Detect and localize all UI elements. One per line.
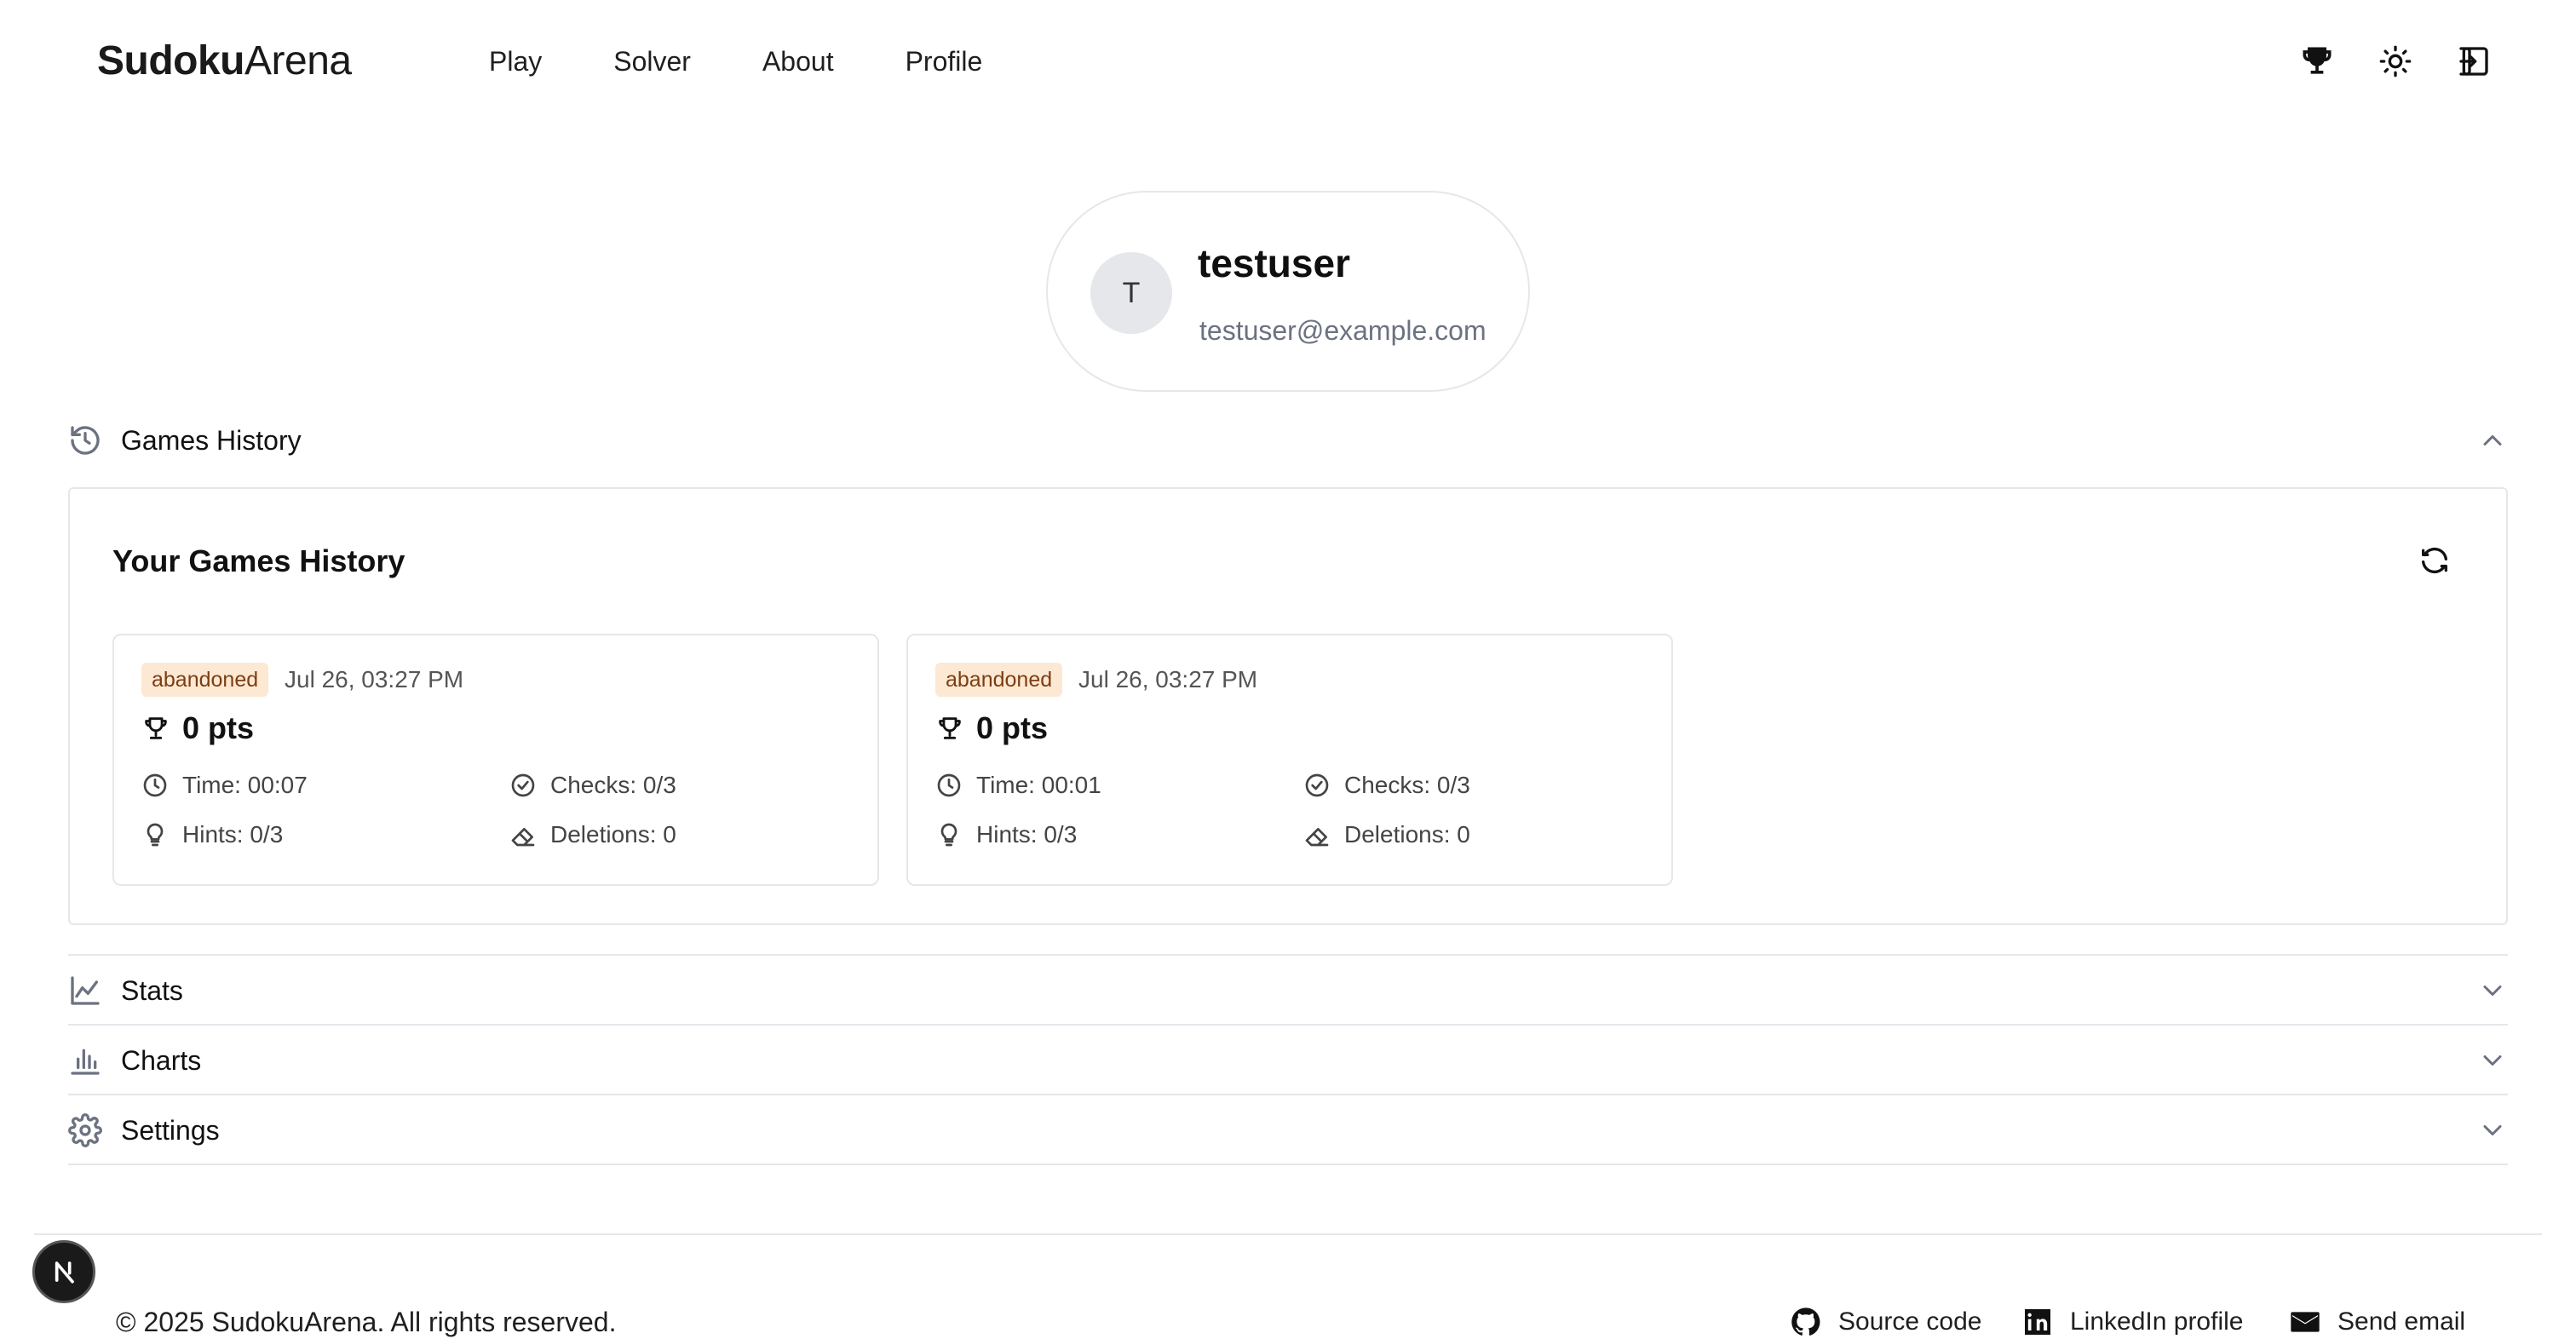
stat-time: Time: 00:01 <box>935 772 1101 799</box>
stat-time-label: Time: 00:01 <box>976 772 1101 798</box>
gear-icon <box>68 1113 102 1147</box>
refresh-icon <box>2422 547 2447 574</box>
points-row: 0 pts <box>935 710 1048 746</box>
stat-deletions: Deletions: 0 <box>509 821 676 848</box>
copyright-text: © 2025 SudokuArena. All rights reserved. <box>116 1307 617 1337</box>
stat-checks: Checks: 0/3 <box>1303 772 1470 799</box>
stat-checks: Checks: 0/3 <box>509 772 676 799</box>
profile-email: testuser@example.com <box>1199 315 1486 346</box>
chevron-down-icon <box>2477 975 2508 1006</box>
accordion-stats[interactable]: Stats <box>68 956 2508 1026</box>
game-card[interactable]: abandoned Jul 26, 03:27 PM 0 pts Time: 0… <box>112 634 879 886</box>
stat-deletions-label: Deletions: 0 <box>550 821 676 848</box>
source-code-label: Source code <box>1838 1307 1982 1336</box>
main-nav: Play Solver About Profile <box>489 44 1054 78</box>
trophy-icon[interactable] <box>2297 41 2337 82</box>
points-value: 0 pts <box>976 710 1049 745</box>
linkedin-link[interactable]: LinkedIn profile <box>2021 1305 2243 1339</box>
nav-link-solver[interactable]: Solver <box>613 44 691 78</box>
stat-hints-label: Hints: 0/3 <box>182 821 284 848</box>
divider <box>68 1164 2508 1165</box>
bar-chart-icon <box>68 1043 102 1078</box>
lightbulb-icon <box>940 823 957 847</box>
chevron-down-icon <box>2477 1115 2508 1146</box>
send-email-label: Send email <box>2337 1307 2466 1336</box>
check-circle-icon <box>1305 773 1329 797</box>
send-email-link[interactable]: Send email <box>2288 1305 2465 1339</box>
footer-divider <box>34 1233 2542 1235</box>
accordion-label: Settings <box>121 1114 220 1146</box>
nextjs-icon <box>55 1261 74 1284</box>
accordion-settings[interactable]: Settings <box>68 1095 2508 1165</box>
points-value: 0 pts <box>182 710 255 745</box>
line-chart-icon <box>68 974 102 1008</box>
stat-hints: Hints: 0/3 <box>141 821 283 848</box>
nav-link-profile[interactable]: Profile <box>906 44 983 78</box>
logout-icon[interactable] <box>2453 41 2494 82</box>
stat-hints-label: Hints: 0/3 <box>976 821 1078 848</box>
clock-icon <box>937 773 961 797</box>
linkedin-label: LinkedIn profile <box>2070 1307 2244 1336</box>
stat-time-label: Time: 00:07 <box>182 772 308 798</box>
linkedin-icon <box>2025 1309 2050 1335</box>
refresh-button[interactable] <box>2418 543 2452 578</box>
lightbulb-icon <box>147 823 164 847</box>
sun-icon[interactable] <box>2375 41 2416 82</box>
accordion-label: Games History <box>121 424 302 456</box>
source-code-link[interactable]: Source code <box>1789 1305 1981 1339</box>
trophy-outline-icon <box>939 717 961 739</box>
eraser-icon <box>1305 828 1329 847</box>
games-history-panel: Your Games History abandoned Jul 26, 03:… <box>68 487 2508 925</box>
check-circle-icon <box>511 773 535 797</box>
status-badge: abandoned <box>141 663 269 697</box>
navbar: Sudoku Arena Play Solver About Profile <box>0 0 2576 124</box>
mail-icon <box>2291 1312 2320 1332</box>
clock-icon <box>143 773 167 797</box>
accordion-label: Charts <box>121 1044 202 1076</box>
accordion-games-history[interactable]: Games History <box>68 405 2508 475</box>
stat-checks-label: Checks: 0/3 <box>1344 772 1470 798</box>
accordion-charts[interactable]: Charts <box>68 1026 2508 1095</box>
avatar: T <box>1090 252 1172 334</box>
github-icon <box>1791 1307 1820 1336</box>
stat-deletions: Deletions: 0 <box>1303 821 1470 848</box>
chevron-down-icon <box>2477 1045 2508 1076</box>
nav-link-about[interactable]: About <box>762 44 834 78</box>
dev-tools-badge[interactable] <box>32 1240 95 1303</box>
stat-time: Time: 00:07 <box>141 772 308 799</box>
nav-link-play[interactable]: Play <box>489 44 542 78</box>
history-title: Your Games History <box>112 543 405 578</box>
history-icon <box>68 423 102 457</box>
status-badge: abandoned <box>935 663 1063 697</box>
brand-logo[interactable]: Sudoku Arena <box>97 37 352 84</box>
eraser-icon <box>511 828 535 847</box>
trophy-outline-icon <box>145 717 167 739</box>
game-date: Jul 26, 03:27 PM <box>1078 666 1258 692</box>
chevron-up-icon <box>2477 425 2508 456</box>
stat-deletions-label: Deletions: 0 <box>1344 821 1470 848</box>
points-row: 0 pts <box>141 710 254 746</box>
accordion-label: Stats <box>121 974 183 1006</box>
brand-name-strong: Sudoku <box>97 38 245 83</box>
profile-username: testuser <box>1198 241 1350 285</box>
stat-hints: Hints: 0/3 <box>935 821 1077 848</box>
game-date: Jul 26, 03:27 PM <box>285 666 464 692</box>
profile-card: T testuser testuser@example.com <box>1046 191 1530 392</box>
game-card[interactable]: abandoned Jul 26, 03:27 PM 0 pts Time: 0… <box>906 634 1673 886</box>
stat-checks-label: Checks: 0/3 <box>550 772 676 798</box>
brand-name-light: Arena <box>244 38 352 83</box>
